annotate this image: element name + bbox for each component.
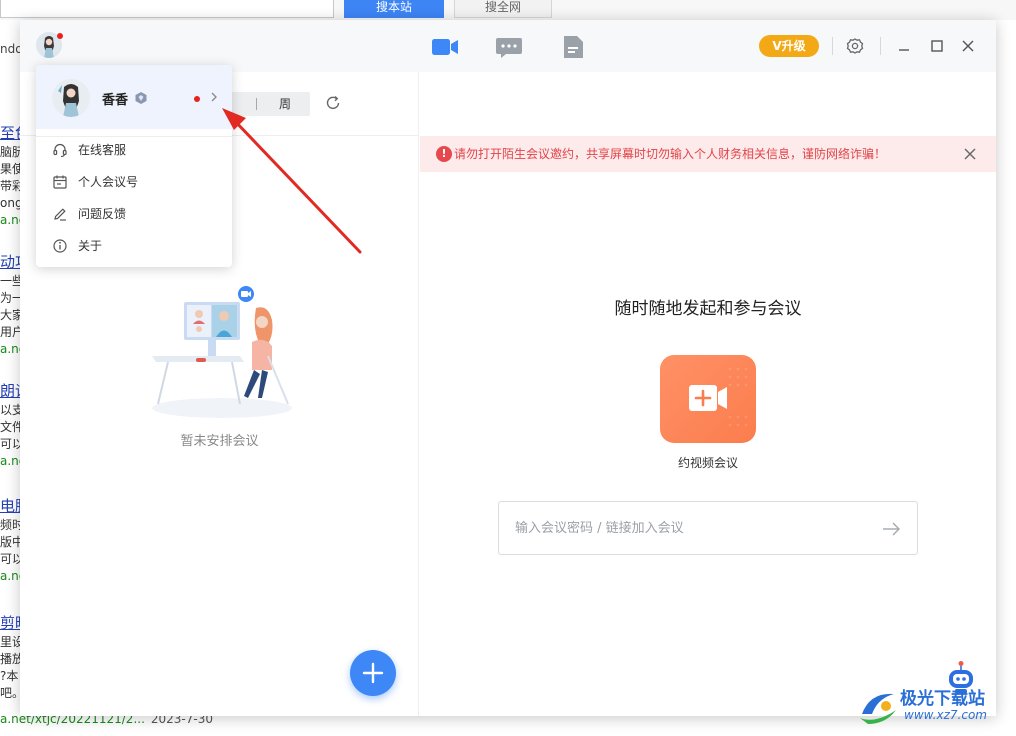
search-site-button[interactable]: 搜本站 xyxy=(344,0,444,18)
menu-item-label: 问题反馈 xyxy=(78,207,127,221)
user-menu: 香香 在线客服 个人会议号 问题反馈 关于 xyxy=(36,65,232,267)
member-shield-icon xyxy=(135,92,147,104)
fraud-warning-banner: ! 请勿打开陌生会议邀约，共享屏幕时切勿输入个人财务相关信息，谨防网络诈骗！ xyxy=(420,136,996,172)
chat-bubble-icon[interactable] xyxy=(495,34,523,60)
result-line: 播放 xyxy=(0,652,22,666)
menu-item-label: 个人会议号 xyxy=(78,175,139,189)
menu-item-label: 在线客服 xyxy=(78,143,127,157)
plus-icon xyxy=(362,662,384,684)
result-line: 带彩 xyxy=(0,179,22,193)
arrow-right-icon[interactable] xyxy=(881,519,901,539)
result-line: 果使 xyxy=(0,162,22,176)
warning-icon: ! xyxy=(436,146,452,162)
empty-meeting-illustration xyxy=(152,286,292,418)
result-title[interactable]: 朗读 xyxy=(0,380,22,402)
watermark-logo xyxy=(860,693,896,724)
result-url: a.ne xyxy=(0,569,22,583)
result-line: 用户 xyxy=(0,325,22,339)
result-line: 大家 xyxy=(0,308,22,322)
browser-search-input[interactable] xyxy=(0,0,334,18)
join-meeting-input[interactable] xyxy=(515,502,855,554)
result-line: 里设 xyxy=(0,635,22,649)
vip-upgrade-button[interactable]: V升级 xyxy=(759,35,819,57)
result-title[interactable]: 动功 xyxy=(0,251,22,273)
menu-item-label: 关于 xyxy=(78,239,103,253)
menu-avatar xyxy=(52,79,90,117)
user-name: 香香 xyxy=(102,93,129,108)
minimize-icon[interactable] xyxy=(894,36,914,56)
titlebar-separator xyxy=(880,37,881,55)
result-line: 以支 xyxy=(0,403,22,417)
site-watermark: 极光下载站 www.xz7.com xyxy=(856,680,1012,732)
pencil-icon xyxy=(54,208,66,221)
menu-profile-row[interactable]: 香香 xyxy=(36,65,232,129)
info-icon xyxy=(53,239,67,253)
search-result[interactable]: 电脑 频时 版中 可以 a.ne xyxy=(0,495,22,585)
result-line: 可以 xyxy=(0,552,22,566)
titlebar-separator xyxy=(832,37,833,55)
maximize-icon[interactable] xyxy=(927,36,947,56)
settings-icon[interactable] xyxy=(845,36,865,56)
search-web-button[interactable]: 搜全网 xyxy=(454,0,552,18)
result-line: 文件 xyxy=(0,420,22,434)
menu-item-feedback[interactable]: 问题反馈 xyxy=(36,199,232,229)
result-title[interactable]: 电脑 xyxy=(0,495,22,517)
result-url: a.ne xyxy=(0,342,22,356)
schedule-video-meeting-button[interactable] xyxy=(660,355,756,443)
add-meeting-button[interactable] xyxy=(350,650,396,696)
warning-text: 请勿打开陌生会议邀约，共享屏幕时切勿输入个人财务相关信息，谨防网络诈骗！ xyxy=(454,147,887,161)
result-title[interactable]: 剪映 xyxy=(0,612,22,634)
document-icon[interactable] xyxy=(559,34,587,60)
menu-item-personal-meeting-id[interactable]: 个人会议号 xyxy=(36,167,232,197)
result-line: 频时 xyxy=(0,518,22,532)
result-line: 一些 xyxy=(0,274,22,288)
close-icon[interactable] xyxy=(958,36,978,56)
video-add-icon xyxy=(689,367,748,427)
annotation-arrow xyxy=(222,108,362,254)
search-result[interactable]: 朗读 以支 文件 可以 a.ne xyxy=(0,380,22,470)
video-camera-icon[interactable] xyxy=(431,34,459,60)
calendar-icon xyxy=(53,175,67,189)
result-line: ong xyxy=(0,196,22,210)
result-url: a.ne xyxy=(0,213,22,227)
menu-item-about[interactable]: 关于 xyxy=(36,231,232,261)
empty-meeting-text: 暂未安排会议 xyxy=(180,434,259,449)
result-line: 脑朊 xyxy=(0,145,22,159)
page-title: 随时随地发起和参与会议 xyxy=(614,299,802,319)
watermark-name: 极光下载站 xyxy=(900,689,985,709)
search-result[interactable]: 动功 一些 为一 大家 用户 a.ne xyxy=(0,251,22,358)
notification-dot xyxy=(57,33,63,39)
notification-dot xyxy=(194,96,200,102)
result-line: ?本 xyxy=(0,669,19,683)
join-meeting-field[interactable] xyxy=(498,501,918,555)
result-line: 版中 xyxy=(0,535,22,549)
result-line: 可以 xyxy=(0,437,22,451)
headset-icon xyxy=(53,143,67,158)
avatar-image xyxy=(52,79,90,117)
result-url: a.ne xyxy=(0,454,22,468)
video-meeting-label: 约视频会议 xyxy=(677,456,738,470)
search-result[interactable]: 至色 脑朊 果使 带彩 ong a.ne xyxy=(0,122,22,229)
result-line: 为一 xyxy=(0,291,22,305)
menu-item-customer-service[interactable]: 在线客服 xyxy=(36,135,232,165)
result-line: 吧。 xyxy=(0,686,22,700)
close-warning-icon[interactable] xyxy=(962,146,978,162)
result-title[interactable]: 至色 xyxy=(0,122,22,144)
watermark-url: www.xz7.com xyxy=(904,708,987,722)
search-result[interactable]: 剪映 里设 播放 ?本 吧。 xyxy=(0,612,22,702)
